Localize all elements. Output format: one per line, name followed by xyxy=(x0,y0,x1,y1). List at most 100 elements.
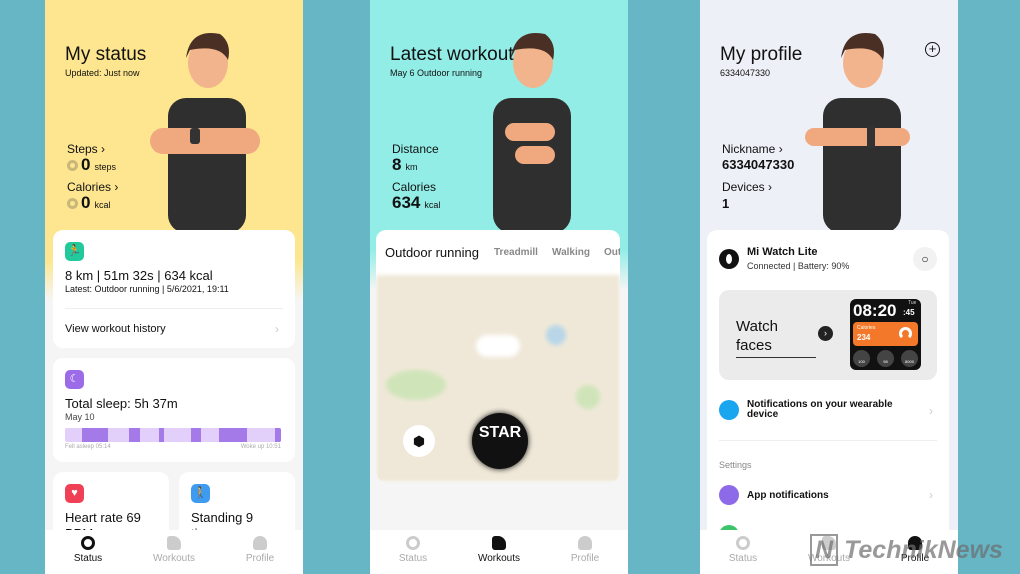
page-title: My status xyxy=(65,44,147,65)
shoe-icon xyxy=(167,536,181,550)
add-icon[interactable]: + xyxy=(925,42,940,57)
distance-unit: km xyxy=(405,162,418,172)
distance-label: Distance xyxy=(392,142,439,156)
start-button[interactable]: STAR xyxy=(472,413,528,469)
devices-value: 1 xyxy=(722,196,730,211)
sync-icon[interactable]: ○ xyxy=(913,247,937,271)
tab-label: Profile xyxy=(570,553,600,564)
watch-calories-panel: Calories 234 xyxy=(853,322,918,346)
tab-outdoor-more[interactable]: Out xyxy=(604,247,620,258)
sleep-bar xyxy=(65,428,281,442)
tab-walking[interactable]: Walking xyxy=(552,247,590,258)
avatar-illustration xyxy=(150,33,260,233)
steps-link[interactable]: Steps › xyxy=(67,142,105,156)
tab-workouts[interactable]: Workouts xyxy=(456,530,542,574)
watch-day: Tue xyxy=(908,300,917,306)
calories-number: 0 xyxy=(81,193,91,212)
woke-up-time: Woke up 10:51 xyxy=(240,444,281,450)
tab-label: Status xyxy=(398,553,428,564)
calories-link[interactable]: Calories › xyxy=(67,180,118,194)
watch-cal-value: 234 xyxy=(857,333,871,342)
sleep-card[interactable]: ☾ Total sleep: 5h 37m May 10 Fell asleep… xyxy=(53,358,295,462)
standing-person-icon: 🚶 xyxy=(191,484,210,503)
calories-number: 634 xyxy=(392,193,421,212)
nickname-value: 6334047330 xyxy=(722,157,795,172)
workout-subtitle: May 6 Outdoor running xyxy=(390,68,483,78)
heart-icon: ♥ xyxy=(65,484,84,503)
tab-profile[interactable]: Profile xyxy=(542,530,628,574)
device-name: Mi Watch Lite xyxy=(747,246,818,258)
watch-icon xyxy=(719,249,739,269)
tab-outdoor-running[interactable]: Outdoor running xyxy=(385,245,479,260)
avatar-illustration xyxy=(805,33,910,233)
watch-cal-label: Calories xyxy=(857,325,876,331)
status-ring-icon xyxy=(81,536,95,550)
app-notifications-link[interactable]: App notifications xyxy=(747,490,829,501)
devices-link[interactable]: Devices › xyxy=(722,180,772,194)
person-icon xyxy=(253,536,267,550)
divider xyxy=(719,440,937,441)
divider xyxy=(65,308,283,309)
steps-unit: steps xyxy=(94,162,116,172)
settings-gear-icon[interactable]: ⬢ xyxy=(403,425,435,457)
distance-number: 8 xyxy=(392,155,402,174)
watch-faces-button[interactable]: Watch faces › 08:20 :45 Tue Calories 234… xyxy=(719,290,937,380)
view-workout-history-link[interactable]: View workout history xyxy=(65,323,166,335)
watch-stat: 98 xyxy=(877,350,894,367)
workout-start-card: Outdoor running Treadmill Walking Out ⬢ … xyxy=(376,230,620,482)
person-icon xyxy=(578,536,592,550)
notification-device-icon xyxy=(719,400,739,420)
device-status: Connected | Battery: 90% xyxy=(747,261,850,271)
notifications-wearable-link[interactable]: Notifications on your wearable device xyxy=(747,400,917,420)
nickname-link[interactable]: Nickname › xyxy=(722,142,783,156)
moon-icon: ☾ xyxy=(65,370,84,389)
calories-label: Calories xyxy=(67,180,112,194)
bottom-nav: Status Workouts Profile xyxy=(45,530,303,574)
chevron-right-icon: › xyxy=(275,322,279,336)
distance-value: 8 km xyxy=(392,155,417,175)
sleep-total: Total sleep: 5h 37m xyxy=(65,396,178,411)
calories-unit: kcal xyxy=(424,200,441,210)
calories-value: 634 kcal xyxy=(392,193,440,213)
tab-status[interactable]: Status xyxy=(45,530,131,574)
status-screen: My status Updated: Just now Steps › 0 ste… xyxy=(45,0,303,574)
calories-unit: kcal xyxy=(94,200,111,210)
progress-ring-icon xyxy=(899,327,912,340)
tab-profile[interactable]: Profile xyxy=(217,530,303,574)
workouts-screen: Latest workout May 6 Outdoor running Dis… xyxy=(370,0,628,574)
watch-time: 08:20 xyxy=(853,301,897,320)
shoe-icon xyxy=(492,536,506,550)
sleep-date: May 10 xyxy=(65,412,95,422)
device-card: Mi Watch Lite Connected | Battery: 90% ○… xyxy=(707,230,949,545)
watch-stats: 100 98 8000 xyxy=(853,350,918,367)
ring-icon xyxy=(67,160,78,171)
tab-label: Status xyxy=(73,553,103,564)
watch-faces-label: Watch faces xyxy=(736,317,816,358)
running-icon: 🏃 xyxy=(65,242,84,261)
workout-card[interactable]: 🏃 8 km | 51m 32s | 634 kcal Latest: Outd… xyxy=(53,230,295,348)
tab-label: Profile xyxy=(245,553,275,564)
tab-status[interactable]: Status xyxy=(700,530,786,574)
workout-summary: 8 km | 51m 32s | 634 kcal xyxy=(65,268,213,283)
tab-treadmill[interactable]: Treadmill xyxy=(494,247,538,258)
ring-icon xyxy=(67,198,78,209)
watermark-logo: N TechnikNews xyxy=(810,534,1003,566)
chevron-right-icon: › xyxy=(929,488,933,502)
page-title: Latest workout xyxy=(390,44,514,65)
calories-value: 0 kcal xyxy=(67,193,110,213)
status-ring-icon xyxy=(736,536,750,550)
watermark-text: TechnikNews xyxy=(844,536,1003,564)
tab-workouts[interactable]: Workouts xyxy=(131,530,217,574)
steps-value: 0 steps xyxy=(67,155,116,175)
fell-asleep-time: Fell asleep 05:14 xyxy=(65,444,111,450)
watch-stat: 100 xyxy=(853,350,870,367)
watch-stat: 8000 xyxy=(901,350,918,367)
watch-seconds: :45 xyxy=(903,308,915,317)
chevron-right-icon: › xyxy=(818,326,833,341)
nickname-label: Nickname xyxy=(722,142,776,156)
chevron-right-icon: › xyxy=(929,404,933,418)
updated-text: Updated: Just now xyxy=(65,68,140,78)
tab-label: Workouts xyxy=(477,553,521,564)
profile-id: 6334047330 xyxy=(720,68,771,78)
tab-status[interactable]: Status xyxy=(370,530,456,574)
